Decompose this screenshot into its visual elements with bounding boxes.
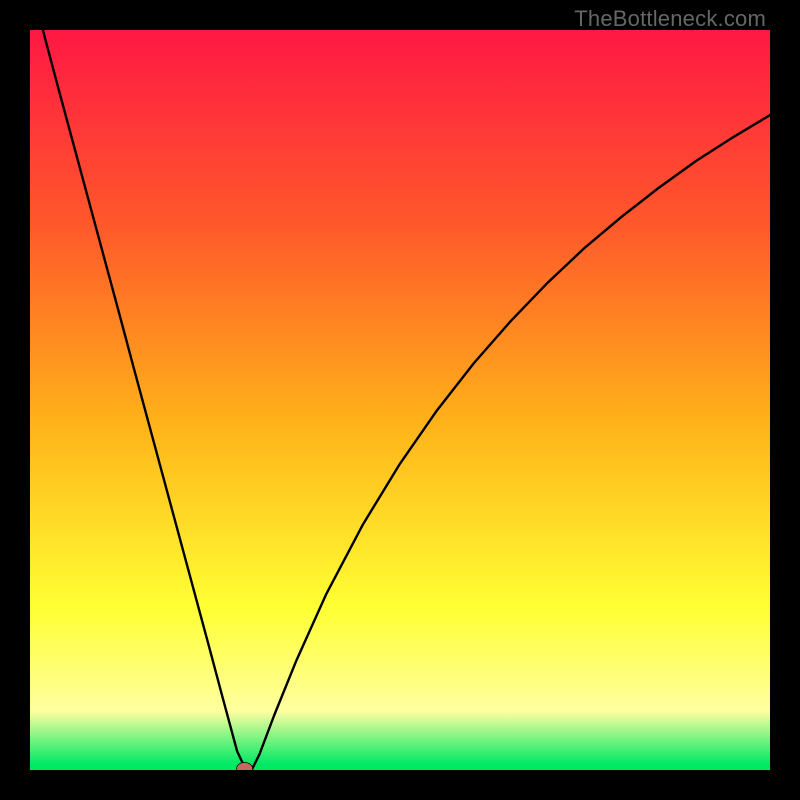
bottleneck-chart <box>30 30 770 770</box>
gradient-background <box>30 30 770 770</box>
watermark-text: TheBottleneck.com <box>574 6 766 32</box>
chart-frame <box>30 30 770 770</box>
